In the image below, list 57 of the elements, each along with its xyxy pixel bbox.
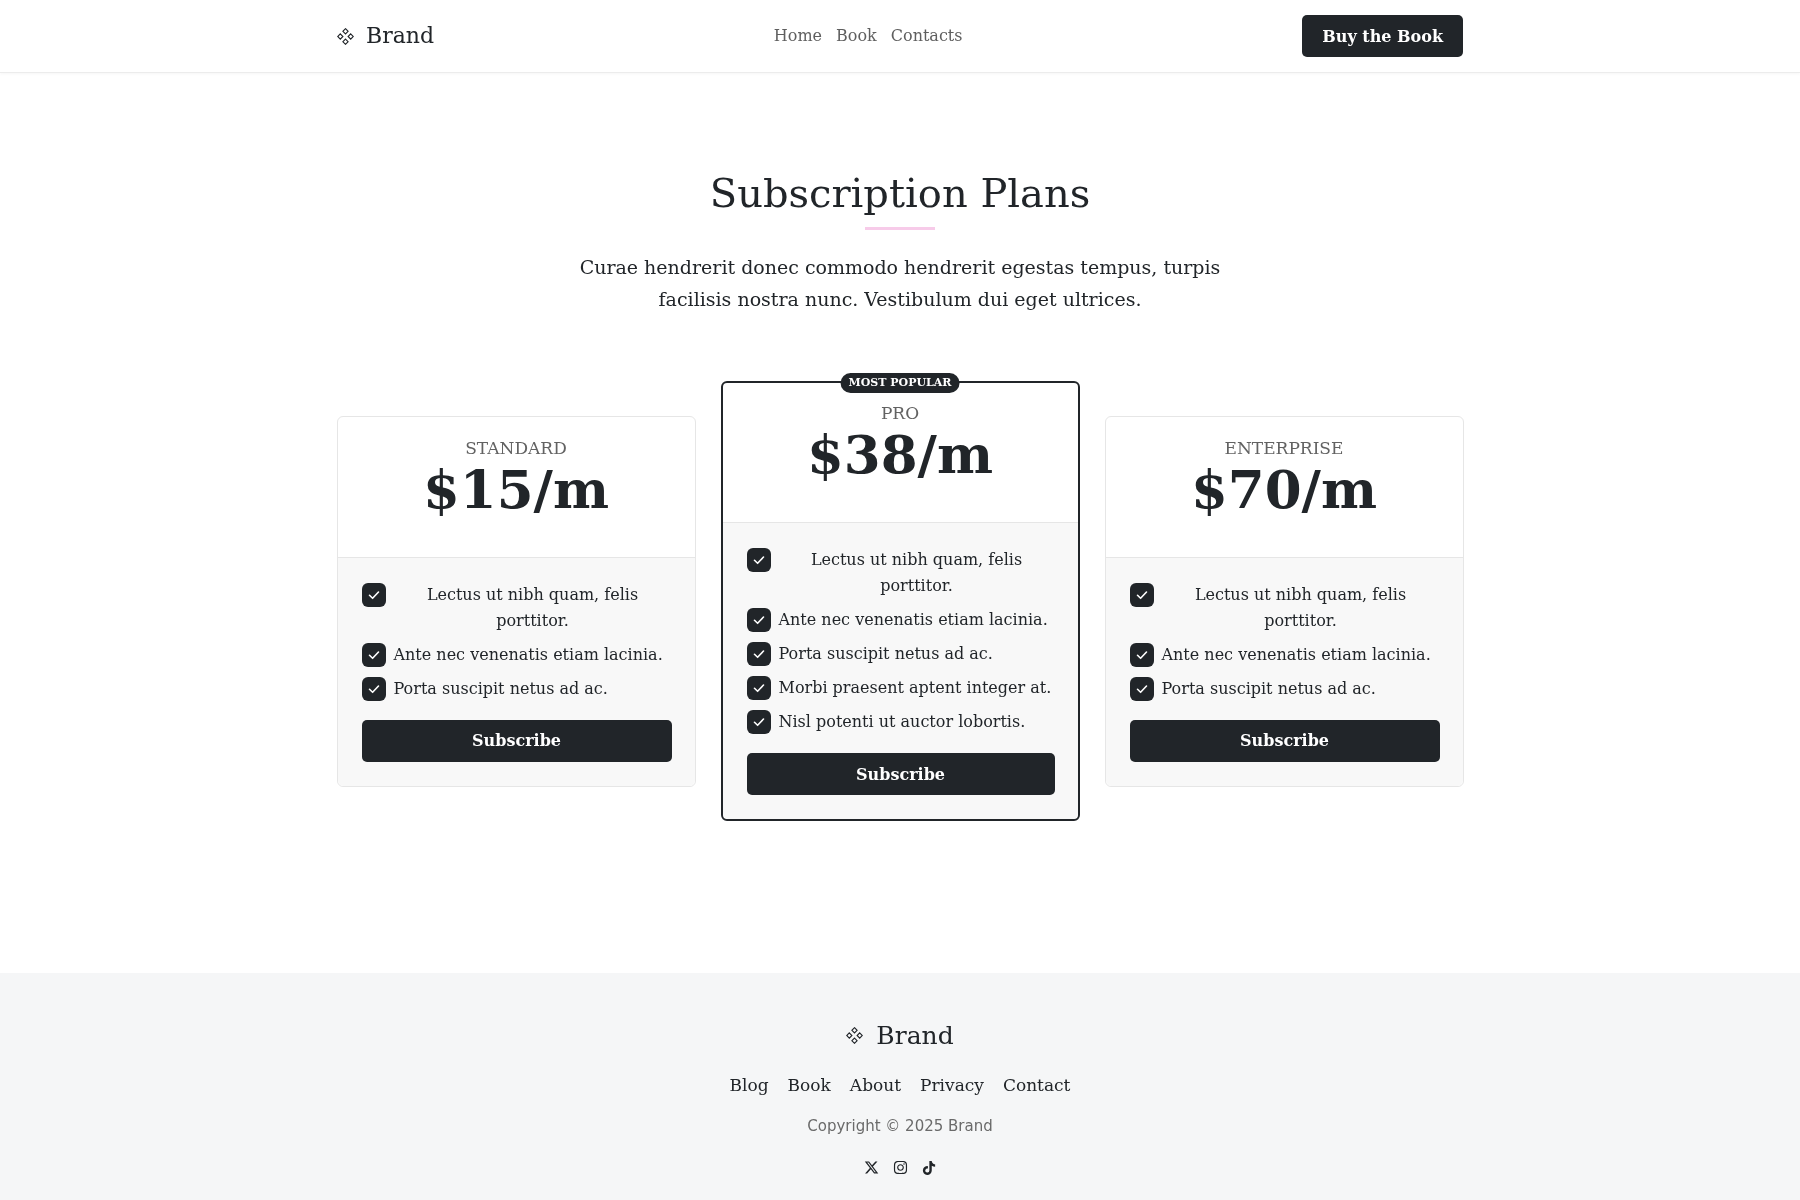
feature-text: Ante nec venenatis etiam lacinia. (778, 609, 1048, 631)
buy-button[interactable]: Buy the Book (1302, 15, 1463, 57)
feature-text: Porta suscipit netus ad ac. (778, 643, 993, 665)
footer-brand-link[interactable]: Brand (846, 1019, 954, 1051)
check-icon (746, 608, 771, 632)
nav-link[interactable]: Book (836, 24, 877, 48)
check-icon (746, 710, 771, 734)
check-icon (746, 642, 771, 666)
footer-link[interactable]: Book (787, 1073, 831, 1097)
check-icon (746, 548, 771, 572)
copyright-text: Copyright © 2025 Brand (807, 1116, 993, 1136)
feature-text: Lectus ut nibh quam, felis porttitor. (809, 549, 1024, 597)
footer-link[interactable]: Privacy (920, 1073, 984, 1097)
brand-name: Brand (366, 22, 435, 50)
plan-name: PRO (879, 402, 921, 424)
plan-name: ENTERPRISE (1223, 436, 1345, 459)
check-icon (361, 642, 386, 667)
plan-price: $15/m (421, 458, 611, 519)
page-subtitle: Curae hendrerit donec commodo hendrerit egestas tempus, turpis facilisis nostra nunc. Vestibulum dui eget ultrices. (578, 255, 1222, 312)
check-icon (746, 676, 771, 700)
feature-text: Porta suscipit netus ad ac. (393, 677, 608, 700)
camera-link[interactable] (893, 1160, 908, 1175)
feature-text: Lectus ut nibh quam, felis porttitor. (425, 583, 640, 632)
check-icon (361, 676, 386, 701)
title-underline (865, 227, 935, 230)
plan-price: $38/m (805, 424, 995, 484)
check-icon (361, 582, 386, 607)
plan-price: $70/m (1189, 458, 1379, 519)
nav-link[interactable]: Home (773, 24, 823, 48)
footer-link[interactable]: Blog (729, 1073, 769, 1097)
x-logo-link[interactable] (864, 1160, 879, 1175)
popular-badge: MOST POPULAR (840, 373, 960, 393)
plan-name: STANDARD (464, 436, 568, 459)
feature-text: Nisl potenti ut auctor lobortis. (778, 711, 1026, 733)
check-icon (1129, 642, 1154, 667)
footer-brand-name: Brand (876, 1019, 954, 1051)
footer-link[interactable]: Contact (1002, 1073, 1071, 1097)
subscribe-button[interactable]: Subscribe (1129, 719, 1440, 762)
feature-text: Ante nec venenatis etiam lacinia. (393, 643, 663, 666)
subscribe-button[interactable]: Subscribe (746, 753, 1055, 795)
music-note-icon (922, 1160, 936, 1175)
music-note-link[interactable] (922, 1160, 936, 1175)
subscribe-button[interactable]: Subscribe (361, 719, 672, 762)
brand-logo-icon (846, 1026, 864, 1044)
x-logo-icon (864, 1160, 879, 1175)
brand-link[interactable]: Brand (337, 22, 435, 50)
feature-text: Morbi praesent aptent integer at. (778, 677, 1052, 699)
check-icon (1129, 676, 1154, 701)
check-icon (1129, 582, 1154, 607)
camera-icon (893, 1160, 908, 1175)
nav-link[interactable]: Contacts (890, 24, 963, 48)
feature-text: Porta suscipit netus ad ac. (1161, 677, 1376, 700)
page-title: Subscription Plans (709, 169, 1091, 217)
footer-link[interactable]: About (849, 1073, 902, 1097)
feature-text: Lectus ut nibh quam, felis porttitor. (1193, 583, 1408, 632)
brand-logo-icon (337, 27, 354, 45)
feature-text: Ante nec venenatis etiam lacinia. (1161, 643, 1431, 666)
